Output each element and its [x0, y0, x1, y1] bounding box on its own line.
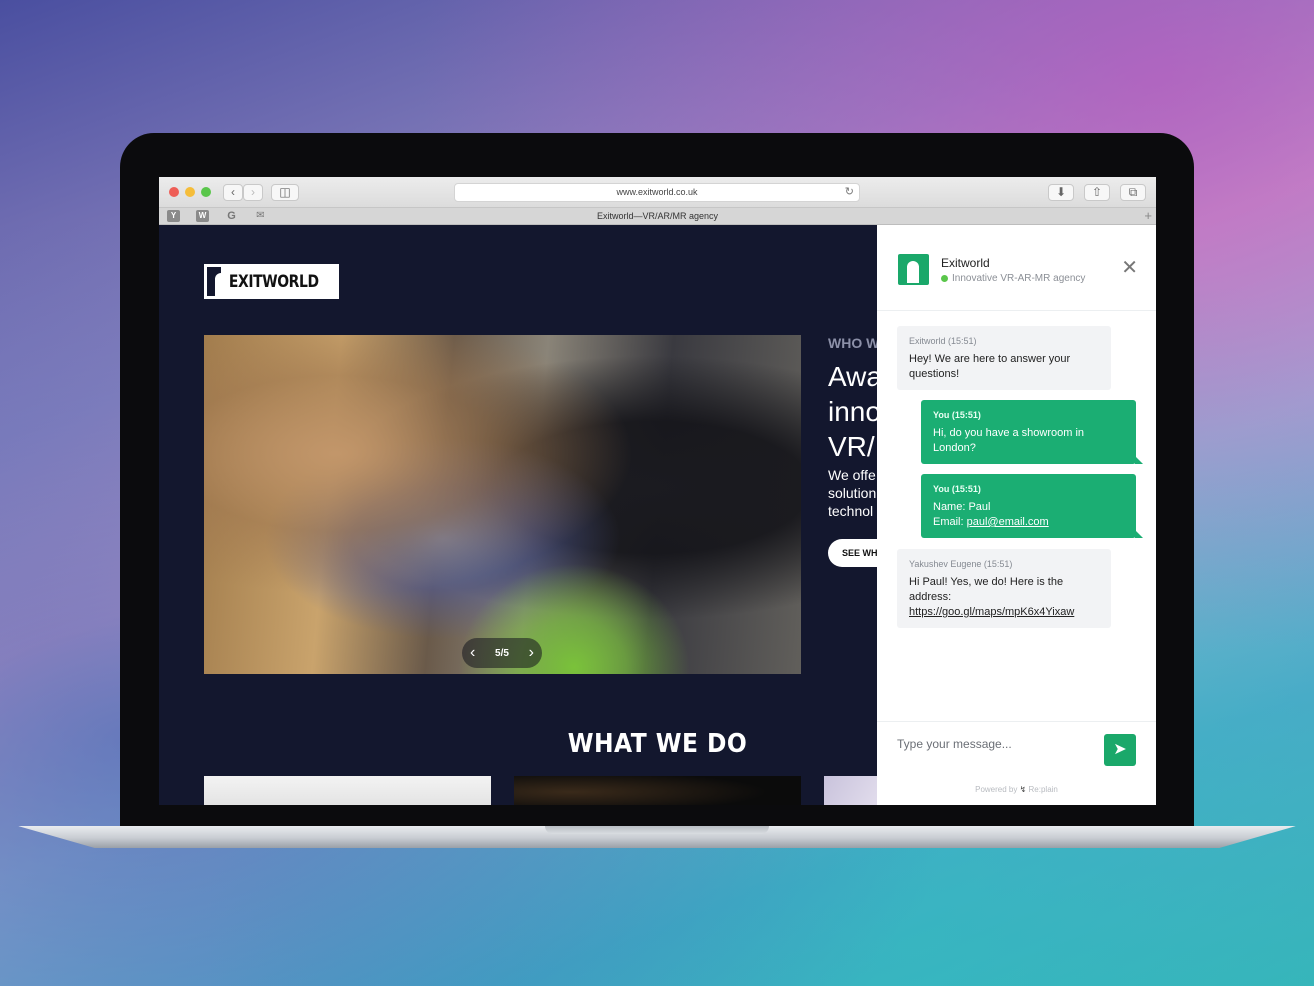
slider-controls: ‹ 5/5 ›	[462, 638, 542, 668]
who-we-are-label: WHO W	[828, 335, 877, 351]
logo-text: EXITWORLD	[228, 271, 319, 292]
slider-prev-icon[interactable]: ‹	[470, 644, 475, 662]
headline-line: inno	[828, 396, 877, 427]
service-card[interactable]	[204, 776, 491, 805]
back-button[interactable]: ‹	[223, 184, 243, 201]
zoom-window-button[interactable]	[201, 187, 211, 197]
tab-title[interactable]: Exitworld—VR/AR/MR agency	[159, 211, 1156, 221]
hero-headline: Awa inno VR/	[828, 359, 877, 464]
map-link[interactable]: https://goo.gl/maps/mpK6x4Yixaw	[909, 606, 1074, 618]
subtext-line: technol	[828, 503, 874, 519]
message-text: Hey! We are here to answer your question…	[909, 353, 1071, 380]
section-title: WHAT WE DO	[567, 729, 748, 759]
download-icon[interactable]: ⬇	[1048, 184, 1074, 201]
sidebar-toggle-icon[interactable]: ◫	[271, 184, 299, 201]
forward-button[interactable]: ›	[243, 184, 263, 201]
send-icon[interactable]: ➤	[1104, 734, 1136, 766]
chat-widget: Exitworld Innovative VR-AR-MR agency ✕ E…	[877, 225, 1156, 805]
hero-subtext: We offe solution technol	[828, 466, 876, 520]
email-link[interactable]: paul@email.com	[967, 516, 1049, 528]
online-status-icon	[941, 274, 948, 282]
close-window-button[interactable]	[169, 187, 179, 197]
reload-icon[interactable]: ↻	[845, 184, 854, 201]
tabs-overview-icon[interactable]: ⧉	[1120, 184, 1146, 201]
message-author: Yakushev Eugene (15:51)	[909, 559, 1013, 569]
powered-by: Powered by ↯ Re:plain	[877, 785, 1156, 794]
lightning-icon: ↯	[1019, 785, 1027, 794]
new-tab-icon[interactable]: +	[1144, 208, 1152, 223]
message-text: Hi Paul! Yes, we do! Here is the address…	[909, 576, 1064, 603]
chat-message-input[interactable]	[897, 733, 1097, 755]
slider-next-icon[interactable]: ›	[529, 644, 534, 662]
chat-header: Exitworld Innovative VR-AR-MR agency ✕	[877, 225, 1156, 311]
service-card[interactable]	[514, 776, 801, 805]
laptop-screen: ‹ › ◫ www.exitworld.co.uk ↻ ⬇ ⇧ ⧉ Y W G …	[159, 177, 1156, 805]
website-content: EXITWORLD ‹ 5/5 › WHO W Awa inno VR/ We …	[159, 225, 877, 805]
share-icon[interactable]: ⇧	[1084, 184, 1110, 201]
chat-company-name: Exitworld	[941, 256, 990, 270]
chat-input-area: ➤ Powered by ↯ Re:plain	[877, 721, 1156, 805]
email-label: Email:	[933, 516, 967, 528]
chat-status: Innovative VR-AR-MR agency	[941, 273, 1085, 284]
browser-toolbar: ‹ › ◫ www.exitworld.co.uk ↻ ⬇ ⇧ ⧉	[159, 177, 1156, 208]
slider-counter: 5/5	[495, 647, 509, 659]
chat-message-outgoing: You (15:51) Hi, do you have a showroom i…	[921, 400, 1143, 464]
chat-status-text: Innovative VR-AR-MR agency	[952, 273, 1086, 284]
message-author: You (15:51)	[933, 410, 981, 420]
powered-by-brand[interactable]: Re:plain	[1029, 785, 1058, 794]
chat-message-incoming: Exitworld (15:51) Hey! We are here to an…	[897, 326, 1111, 390]
message-author: You (15:51)	[933, 484, 981, 494]
service-card[interactable]	[824, 776, 877, 805]
subtext-line: We offe	[828, 467, 876, 483]
headline-line: VR/	[828, 431, 875, 462]
exitworld-logo[interactable]: EXITWORLD	[204, 264, 339, 299]
message-author: Exitworld (15:51)	[909, 336, 977, 346]
close-icon[interactable]: ✕	[1121, 255, 1138, 280]
message-text: Hi, do you have a showroom in London?	[933, 427, 1085, 454]
message-email-line: Email: paul@email.com	[933, 515, 1124, 530]
headline-line: Awa	[828, 361, 877, 392]
hero-slider-image	[204, 335, 801, 674]
chat-message-incoming: Yakushev Eugene (15:51) Hi Paul! Yes, we…	[897, 549, 1111, 628]
exitworld-chat-logo-icon	[898, 254, 929, 285]
powered-by-label: Powered by	[975, 785, 1018, 794]
address-bar[interactable]: www.exitworld.co.uk ↻	[454, 183, 860, 202]
chat-message-outgoing: You (15:51) Name: Paul Email: paul@email…	[921, 474, 1143, 538]
laptop-notch	[545, 826, 769, 834]
message-text: Name: Paul	[933, 501, 991, 513]
see-what-we-do-button[interactable]: SEE WH	[828, 539, 877, 567]
minimize-window-button[interactable]	[185, 187, 195, 197]
tab-bar: Y W G ✉ Exitworld—VR/AR/MR agency +	[159, 208, 1156, 225]
logo-mark-icon	[204, 264, 227, 299]
subtext-line: solution	[828, 485, 877, 501]
url-text: www.exitworld.co.uk	[616, 187, 698, 197]
